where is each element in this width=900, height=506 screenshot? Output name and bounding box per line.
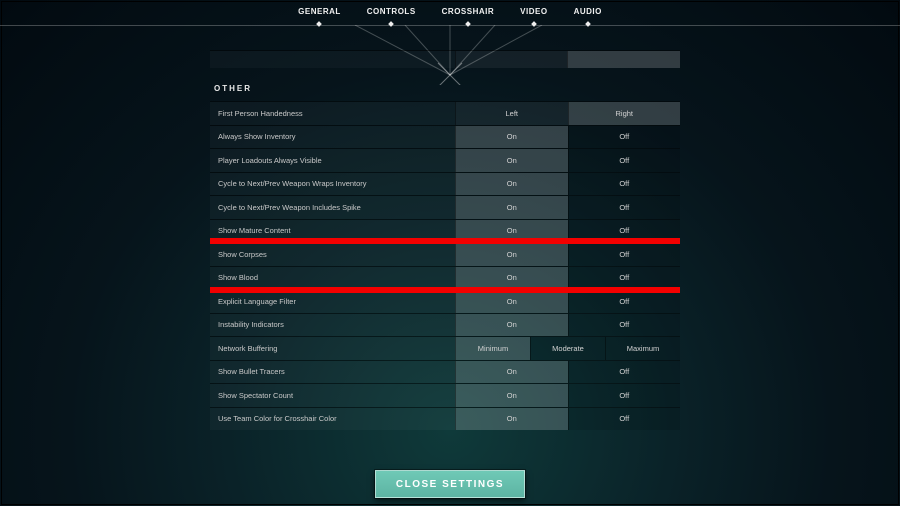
setting-option[interactable]: On <box>455 290 568 313</box>
tab-label: AUDIO <box>574 7 602 16</box>
setting-row: First Person HandednessLeftRight <box>210 101 680 125</box>
setting-row: Network BufferingMinimumModerateMaximum <box>210 336 680 360</box>
setting-row: Instability IndicatorsOnOff <box>210 313 680 337</box>
setting-options: MinimumModerateMaximum <box>455 337 680 360</box>
setting-label: Cycle to Next/Prev Weapon Includes Spike <box>210 196 455 219</box>
diamond-icon <box>531 21 537 27</box>
setting-label: Network Buffering <box>210 337 455 360</box>
diamond-icon <box>388 21 394 27</box>
diamond-icon <box>317 21 323 27</box>
setting-row: Show BloodOnOff <box>210 266 680 290</box>
close-settings-label: CLOSE SETTINGS <box>396 479 504 490</box>
setting-label: Player Loadouts Always Visible <box>210 149 455 172</box>
setting-label: Cycle to Next/Prev Weapon Wraps Inventor… <box>210 173 455 196</box>
setting-label: Show Corpses <box>210 243 455 266</box>
setting-options: OnOff <box>455 384 680 407</box>
setting-row: Player Loadouts Always VisibleOnOff <box>210 148 680 172</box>
setting-option[interactable]: Off <box>568 361 681 384</box>
setting-option[interactable]: Right <box>568 102 681 125</box>
setting-label: Show Blood <box>210 267 455 290</box>
setting-options: OnOff <box>455 173 680 196</box>
setting-option[interactable]: Off <box>568 384 681 407</box>
setting-option[interactable]: On <box>455 196 568 219</box>
setting-row: Show Mature ContentOnOff <box>210 219 680 243</box>
tab-crosshair[interactable]: CROSSHAIR <box>442 7 495 18</box>
diamond-icon <box>585 21 591 27</box>
setting-option[interactable]: Off <box>568 267 681 290</box>
setting-label: Show Bullet Tracers <box>210 361 455 384</box>
tab-label: VIDEO <box>520 7 547 16</box>
setting-option[interactable]: Off <box>568 220 681 243</box>
setting-label: Always Show Inventory <box>210 126 455 149</box>
setting-row: Explicit Language FilterOnOff <box>210 289 680 313</box>
tab-label: CROSSHAIR <box>442 7 495 16</box>
setting-row: Show Spectator CountOnOff <box>210 383 680 407</box>
setting-options: OnOff <box>455 149 680 172</box>
setting-label: Instability Indicators <box>210 314 455 337</box>
setting-label: Use Team Color for Crosshair Color <box>210 408 455 431</box>
section-header-other: OTHER <box>210 68 680 101</box>
setting-option[interactable]: On <box>455 384 568 407</box>
setting-row: Show CorpsesOnOff <box>210 242 680 266</box>
setting-options: OnOff <box>455 243 680 266</box>
setting-option[interactable]: On <box>455 173 568 196</box>
setting-options: OnOff <box>455 267 680 290</box>
setting-option[interactable]: On <box>455 314 568 337</box>
setting-options: OnOff <box>455 290 680 313</box>
tab-general[interactable]: GENERAL <box>298 7 341 18</box>
setting-option[interactable]: On <box>455 408 568 431</box>
setting-option[interactable]: Off <box>568 243 681 266</box>
setting-option[interactable]: Off <box>568 290 681 313</box>
setting-options: OnOff <box>455 220 680 243</box>
setting-options: OnOff <box>455 408 680 431</box>
setting-options: LeftRight <box>455 102 680 125</box>
setting-option[interactable]: Left <box>455 102 568 125</box>
setting-options: OnOff <box>455 196 680 219</box>
setting-row: Always Show InventoryOnOff <box>210 125 680 149</box>
settings-panel: OTHER First Person HandednessLeftRightAl… <box>210 50 680 460</box>
truncated-prev-row <box>210 50 680 68</box>
setting-option[interactable]: Off <box>568 126 681 149</box>
tab-label: CONTROLS <box>367 7 416 16</box>
setting-options: OnOff <box>455 361 680 384</box>
settings-tab-bar: GENERAL CONTROLS CROSSHAIR VIDEO AUDIO <box>0 0 900 26</box>
setting-row: Cycle to Next/Prev Weapon Includes Spike… <box>210 195 680 219</box>
tab-controls[interactable]: CONTROLS <box>367 7 416 18</box>
tab-audio[interactable]: AUDIO <box>574 7 602 18</box>
setting-label: Show Mature Content <box>210 220 455 243</box>
setting-option[interactable]: On <box>455 220 568 243</box>
setting-option[interactable]: On <box>455 243 568 266</box>
setting-row: Show Bullet TracersOnOff <box>210 360 680 384</box>
setting-option[interactable]: Off <box>568 408 681 431</box>
setting-option[interactable]: Maximum <box>605 337 680 360</box>
setting-row: Cycle to Next/Prev Weapon Wraps Inventor… <box>210 172 680 196</box>
setting-option[interactable]: On <box>455 361 568 384</box>
setting-options: OnOff <box>455 314 680 337</box>
setting-option[interactable]: Moderate <box>530 337 605 360</box>
setting-option[interactable]: On <box>455 267 568 290</box>
tab-label: GENERAL <box>298 7 341 16</box>
setting-option[interactable]: On <box>455 149 568 172</box>
diamond-icon <box>465 21 471 27</box>
setting-label: First Person Handedness <box>210 102 455 125</box>
setting-label: Show Spectator Count <box>210 384 455 407</box>
setting-options: OnOff <box>455 126 680 149</box>
tab-video[interactable]: VIDEO <box>520 7 547 18</box>
setting-option[interactable]: Off <box>568 314 681 337</box>
setting-option[interactable]: Off <box>568 196 681 219</box>
setting-row: Use Team Color for Crosshair ColorOnOff <box>210 407 680 431</box>
setting-option[interactable]: On <box>455 126 568 149</box>
setting-label: Explicit Language Filter <box>210 290 455 313</box>
setting-option[interactable]: Off <box>568 149 681 172</box>
setting-option[interactable]: Off <box>568 173 681 196</box>
close-settings-button[interactable]: CLOSE SETTINGS <box>375 470 525 498</box>
setting-option[interactable]: Minimum <box>455 337 530 360</box>
